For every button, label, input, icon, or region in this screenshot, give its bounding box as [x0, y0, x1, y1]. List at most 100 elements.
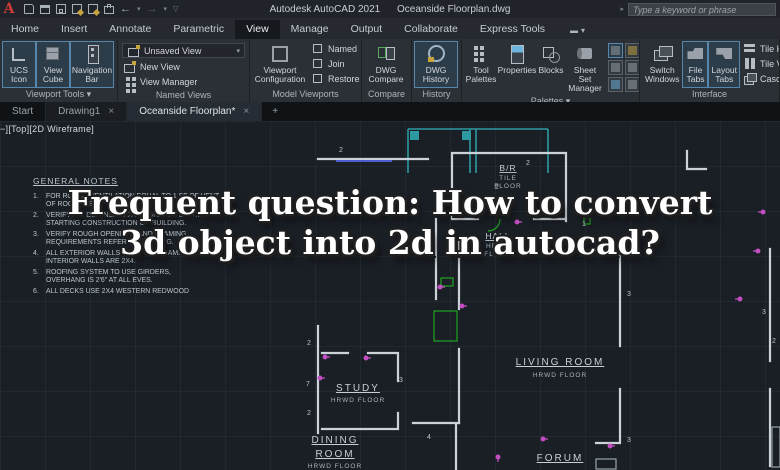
tile-vertically-label: Tile Vertically	[760, 58, 779, 69]
restore-viewport-icon	[311, 72, 324, 85]
redo-icon[interactable]: →	[147, 4, 158, 15]
svg-text:3: 3	[762, 309, 766, 316]
navigation-bar-button[interactable]: Navigation Bar	[70, 41, 114, 88]
tab-annotate[interactable]: Annotate	[98, 20, 162, 39]
view-manager-button[interactable]: View Manager	[120, 74, 247, 89]
cascade-button[interactable]: Cascade	[740, 71, 779, 86]
ucs-axes-icon	[9, 44, 29, 64]
panel-history: DWG History History	[412, 39, 462, 102]
palette-mini-icon[interactable]	[608, 60, 623, 75]
sheet-set-manager-button[interactable]: Sheet Set Manager	[566, 41, 604, 95]
dwg-history-label: DWG History	[422, 65, 450, 84]
palette-mini-buttons	[608, 43, 639, 95]
palette-mini-icon[interactable]	[608, 77, 623, 92]
panel-label-palettes[interactable]: Palettes ▾	[462, 95, 639, 102]
new-view-button[interactable]: New View	[120, 59, 247, 74]
cascade-label: Cascade	[760, 73, 779, 84]
tab-parametric[interactable]: Parametric	[162, 20, 235, 39]
ribbon-minimize-button[interactable]: ▬ ▾	[564, 26, 591, 39]
blocks-button[interactable]: Blocks	[536, 41, 566, 95]
palette-mini-icon[interactable]	[625, 43, 639, 58]
panel-label-viewport-tools[interactable]: Viewport Tools ▾	[0, 88, 117, 102]
tab-home[interactable]: Home	[0, 20, 50, 39]
viewport-configuration-button[interactable]: Viewport Configuration	[252, 41, 308, 88]
plot-icon[interactable]	[88, 4, 98, 14]
search-input[interactable]: Type a keyword or phrase	[628, 2, 776, 16]
search-toggle-icon[interactable]: ▸	[620, 5, 624, 13]
file-tab-oceanside-label: Oceanside Floorplan*	[139, 106, 236, 117]
panel-label-history: History	[422, 89, 451, 99]
tab-express-tools[interactable]: Express Tools	[469, 20, 556, 39]
panel-label-interface: Interface	[691, 89, 728, 99]
open-file-icon[interactable]	[40, 4, 50, 14]
new-tab-button[interactable]: +	[262, 102, 288, 121]
palette-mini-icon[interactable]	[608, 43, 623, 58]
file-tab-oceanside[interactable]: Oceanside Floorplan* ×	[127, 102, 263, 121]
tile-horizontally-button[interactable]: Tile Horizontally	[740, 41, 779, 56]
panel-label-model-viewports: Model Viewports	[272, 89, 339, 99]
autocad-logo-icon[interactable]: A	[0, 0, 18, 18]
file-tabs-button[interactable]: File Tabs	[682, 41, 709, 88]
headline-line2: 3d object into 2d in autocad?	[120, 223, 660, 262]
close-icon[interactable]: ×	[108, 106, 114, 117]
svg-text:3: 3	[627, 291, 631, 298]
floorplan-drawing: B/R TILE FLOOR HALL HRWD FLOOR LIVING RO…	[306, 128, 780, 470]
autocad-window: A ← ▾ → ▾ ▽ Autodesk AutoCAD 2021 Oceans…	[0, 0, 780, 470]
restore-viewport-button[interactable]: Restore	[308, 71, 361, 86]
svg-text:2: 2	[307, 410, 311, 417]
cascade-icon	[743, 72, 758, 85]
print-icon[interactable]	[104, 4, 114, 14]
new-file-icon[interactable]	[24, 4, 34, 14]
view-dropdown[interactable]: Unsaved View ▾	[122, 43, 245, 58]
file-tab-drawing1[interactable]: Drawing1 ×	[46, 102, 128, 121]
close-icon[interactable]: ×	[243, 106, 249, 117]
view-manager-icon	[123, 75, 136, 88]
navigation-bar-label: Navigation Bar	[71, 65, 113, 84]
customize-toolbar-icon[interactable]: ▽	[173, 5, 178, 13]
save-icon[interactable]	[56, 4, 66, 14]
tile-horizontally-icon	[743, 42, 756, 55]
ribbon-minimize-icon: ▬	[570, 26, 579, 35]
tab-view[interactable]: View	[235, 20, 280, 39]
headline-line1: Frequent question: How to convert	[67, 183, 713, 222]
view-manager-label: View Manager	[140, 76, 198, 87]
tab-insert[interactable]: Insert	[50, 20, 98, 39]
palette-mini-icon[interactable]	[625, 60, 639, 75]
layout-tabs-button[interactable]: Layout Tabs	[708, 41, 741, 88]
save-as-icon[interactable]	[72, 4, 82, 14]
tab-collaborate[interactable]: Collaborate	[393, 20, 469, 39]
palette-mini-icon[interactable]	[625, 77, 639, 92]
file-tab-bar: Start Drawing1 × Oceanside Floorplan* × …	[0, 102, 780, 121]
tile-vertically-button[interactable]: Tile Vertically	[740, 56, 779, 71]
svg-text:LIVING ROOM: LIVING ROOM	[516, 357, 605, 368]
redo-dropdown-icon[interactable]: ▾	[164, 5, 168, 13]
view-cube-button[interactable]: View Cube	[36, 41, 70, 88]
cube-icon	[43, 44, 63, 64]
undo-dropdown-icon[interactable]: ▾	[137, 5, 141, 13]
switch-windows-button[interactable]: Switch Windows	[642, 41, 682, 88]
file-tabs-icon	[685, 44, 705, 64]
undo-icon[interactable]: ←	[120, 4, 131, 15]
svg-text:HRWD FLOOR: HRWD FLOOR	[533, 372, 587, 379]
properties-button[interactable]: Properties	[498, 41, 536, 95]
panel-label-compare: Compare	[367, 89, 405, 99]
ucs-icon-button[interactable]: UCS Icon	[2, 41, 36, 88]
tab-manage[interactable]: Manage	[280, 20, 340, 39]
properties-icon	[507, 44, 527, 64]
svg-text:2: 2	[526, 160, 530, 167]
ribbon-tab-bar: Home Insert Annotate Parametric View Man…	[0, 18, 780, 39]
panel-interface: Switch Windows File Tabs Layout Tabs Til…	[640, 39, 780, 102]
dwg-history-button[interactable]: DWG History	[414, 41, 458, 88]
named-viewport-label: Named	[328, 43, 358, 54]
drawing-canvas[interactable]: −][Top][2D Wireframe] GENERAL NOTES 1. FO…	[0, 121, 780, 470]
tab-output[interactable]: Output	[340, 20, 394, 39]
dwg-compare-button[interactable]: DWG Compare	[364, 41, 408, 88]
file-tab-start[interactable]: Start	[0, 102, 47, 121]
blocks-label: Blocks	[538, 65, 564, 75]
named-viewport-button[interactable]: Named	[308, 41, 361, 56]
viewport-configuration-icon	[270, 44, 290, 64]
svg-text:ROOM: ROOM	[315, 449, 354, 460]
join-viewport-button[interactable]: Join	[308, 56, 361, 71]
tool-palettes-button[interactable]: Tool Palettes	[464, 41, 498, 95]
view-dropdown-value: Unsaved View	[144, 45, 202, 56]
